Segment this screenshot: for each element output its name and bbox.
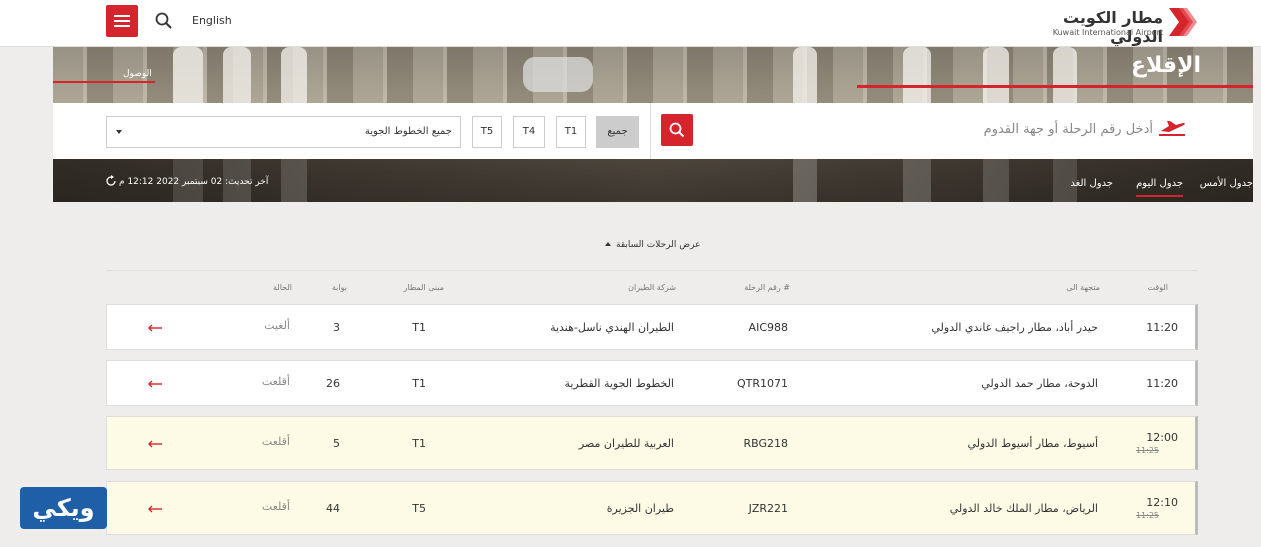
airline-cell: طيران الجزيرة bbox=[606, 502, 674, 515]
time-cell: 12:10 bbox=[1146, 496, 1178, 509]
refresh-icon[interactable] bbox=[105, 175, 117, 187]
destination-cell: حيدر أباد، مطار راجيف غاندي الدولي bbox=[931, 321, 1098, 334]
flight-number-cell: QTR1071 bbox=[736, 377, 788, 390]
gate-cell: 3 bbox=[333, 321, 340, 334]
flight-number-cell: AIC988 bbox=[748, 321, 788, 334]
status-cell: أقلعت bbox=[261, 435, 290, 448]
time-cell: 12:00 bbox=[1146, 431, 1178, 444]
original-time-cell: 11:25 bbox=[1135, 446, 1159, 455]
terminal-t4-button[interactable]: T4 bbox=[513, 116, 545, 148]
terminal-t5-button[interactable]: T5 bbox=[472, 116, 502, 148]
caret-down-icon bbox=[116, 130, 122, 134]
language-link[interactable]: English bbox=[192, 14, 232, 27]
terminal-cell: T1 bbox=[412, 321, 426, 334]
tab-tomorrow[interactable]: جدول الغد bbox=[1070, 178, 1113, 189]
airline-cell: العربية للطيران مصر bbox=[578, 437, 674, 450]
original-time-cell: 11:25 bbox=[1135, 511, 1159, 520]
arrow-left-icon[interactable] bbox=[147, 380, 163, 388]
flight-search-input[interactable]: أدخل رقم الرحلة أو جهة القدوم bbox=[984, 122, 1153, 137]
arrow-left-icon[interactable] bbox=[147, 324, 163, 332]
table-row[interactable]: 12:00 11:25 أسيوط، مطار أسيوط الدولي RBG218… bbox=[106, 416, 1198, 470]
wiki-badge: ويكي bbox=[20, 487, 107, 529]
table-row[interactable]: 11:20 حيدر أباد، مطار راجيف غاندي الدولي A… bbox=[106, 304, 1198, 350]
terminal-cell: T1 bbox=[412, 377, 426, 390]
arrow-left-icon[interactable] bbox=[147, 505, 163, 513]
status-cell: أقلعت bbox=[261, 375, 290, 388]
flights-content: عرض الرحلات السابقة الوقت متجهة الى رقم … bbox=[53, 202, 1253, 547]
airline-select[interactable]: جميع الخطوط الجوية bbox=[106, 116, 461, 148]
airport-logo[interactable]: مطار الكويت الدولي Kuwait International … bbox=[1031, 6, 1201, 46]
flight-number-cell: JZR221 bbox=[748, 502, 788, 515]
table-row[interactable]: 11:20 الدوحة، مطار حمد الدولي QTR1071 الخطو… bbox=[106, 360, 1198, 406]
page-title: الإقلاع bbox=[1130, 53, 1201, 78]
search-button[interactable] bbox=[661, 114, 693, 146]
search-icon bbox=[669, 122, 685, 138]
terminal-all-button[interactable]: جميع bbox=[596, 116, 639, 148]
arrivals-tab[interactable]: الوصول bbox=[123, 69, 152, 79]
status-cell: ألغيت bbox=[264, 319, 290, 332]
caret-up-icon bbox=[605, 242, 611, 246]
plane-takeoff-icon bbox=[1159, 121, 1185, 136]
gate-cell: 5 bbox=[333, 437, 340, 450]
time-cell: 11:20 bbox=[1146, 321, 1178, 334]
airline-cell: الخطوط الجوية القطرية bbox=[564, 377, 674, 390]
tab-yesterday[interactable]: جدول الأمس bbox=[1200, 178, 1253, 189]
table-row[interactable]: 12:10 11:25 الرياض، مطار الملك خالد الدولي… bbox=[106, 481, 1198, 535]
gate-cell: 44 bbox=[326, 502, 340, 515]
menu-button[interactable] bbox=[106, 5, 138, 37]
destination-cell: أسيوط، مطار أسيوط الدولي bbox=[967, 437, 1098, 450]
last-updated-text: آخر تحديث: 02 سبتمبر 2022 12:12 م bbox=[119, 177, 269, 187]
terminal-cell: T5 bbox=[412, 502, 426, 515]
gate-cell: 26 bbox=[326, 377, 340, 390]
destination-cell: الرياض، مطار الملك خالد الدولي bbox=[949, 502, 1098, 515]
day-tabs: جدول الأمس جدول اليوم جدول الغد آخر تحدي… bbox=[53, 159, 1253, 202]
destination-cell: الدوحة، مطار حمد الدولي bbox=[981, 377, 1098, 390]
logo-mark-icon bbox=[1169, 8, 1197, 36]
top-header: English مطار الكويت الدولي Kuwait Intern… bbox=[0, 0, 1261, 47]
filter-bar: جميع الخطوط الجوية T5 T4 T1 جميع أدخل رق… bbox=[53, 103, 1253, 159]
terminal-cell: T1 bbox=[412, 437, 426, 450]
tab-today[interactable]: جدول اليوم bbox=[1136, 178, 1183, 197]
table-header: الوقت متجهة الى رقم الرحلة # شركة الطيرا… bbox=[106, 270, 1198, 294]
logo-english-text: Kuwait International Airport bbox=[1052, 28, 1163, 37]
search-icon[interactable] bbox=[155, 12, 173, 30]
show-previous-link[interactable]: عرض الرحلات السابقة bbox=[616, 240, 700, 250]
hamburger-icon bbox=[114, 15, 130, 17]
airline-cell: الطيران الهندي ناسل-هندية bbox=[550, 321, 674, 334]
time-cell: 11:20 bbox=[1146, 377, 1178, 390]
logo-arabic-text: مطار الكويت الدولي bbox=[1062, 8, 1163, 46]
flight-number-cell: RBG218 bbox=[743, 437, 788, 450]
status-cell: أقلعت bbox=[261, 500, 290, 513]
arrow-left-icon[interactable] bbox=[147, 440, 163, 448]
terminal-t1-button[interactable]: T1 bbox=[556, 116, 586, 148]
